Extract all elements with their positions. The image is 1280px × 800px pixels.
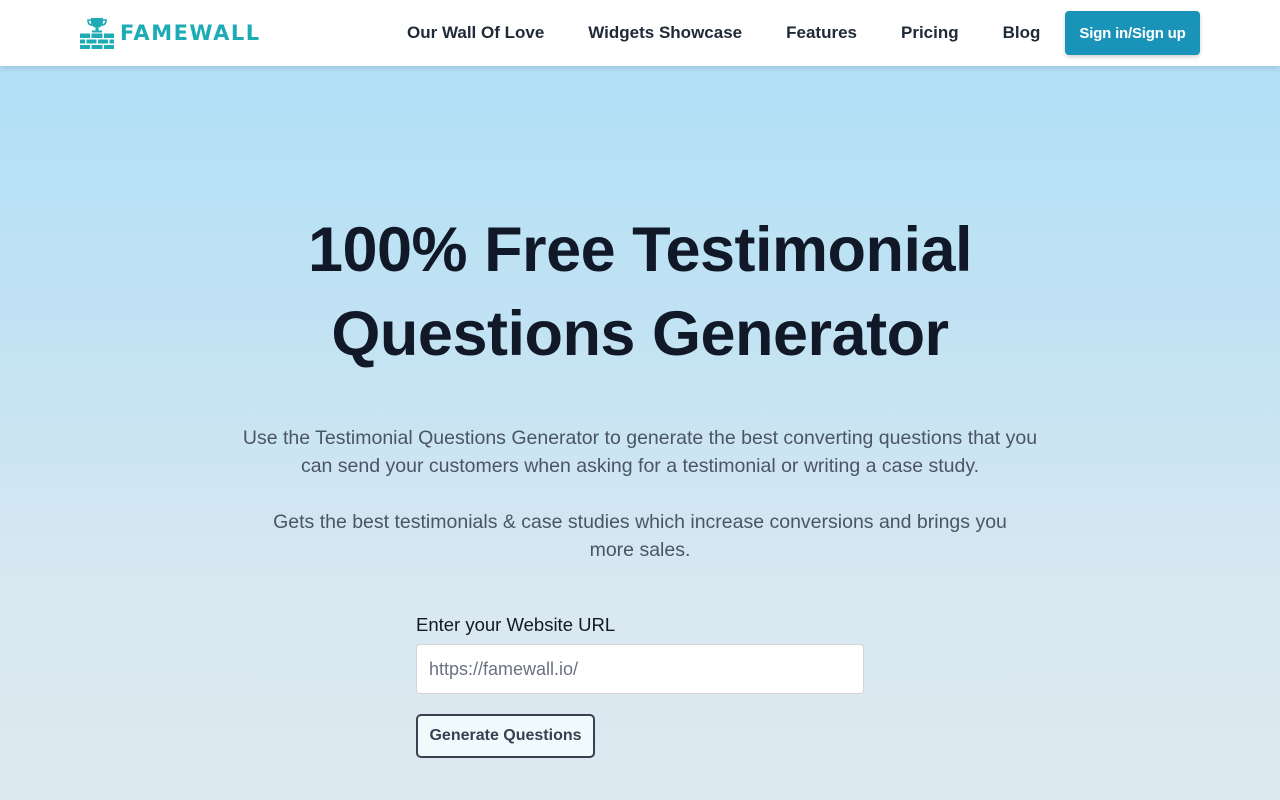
nav-link-pricing[interactable]: Pricing [901, 23, 959, 43]
generate-questions-button[interactable]: Generate Questions [416, 714, 595, 758]
page-title: 100% Free Testimonial Questions Generato… [240, 208, 1040, 376]
hero-subdescription: Gets the best testimonials & case studie… [273, 511, 1007, 561]
brand-logo[interactable]: FAMEWALL [80, 16, 261, 50]
nav-link-wall-of-love[interactable]: Our Wall Of Love [407, 23, 544, 43]
brand-name: FAMEWALL [120, 21, 261, 45]
nav-link-blog[interactable]: Blog [1003, 23, 1041, 43]
trophy-wall-icon [80, 18, 114, 49]
website-url-input[interactable] [416, 644, 864, 694]
hero-description: Use the Testimonial Questions Generator … [242, 427, 1038, 477]
signin-signup-button[interactable]: Sign in/Sign up [1065, 11, 1200, 55]
website-url-label: Enter your Website URL [416, 614, 616, 635]
top-navbar: FAMEWALL Our Wall Of Love Widgets Showca… [0, 0, 1280, 66]
nav-link-features[interactable]: Features [786, 23, 857, 43]
nav-link-widgets-showcase[interactable]: Widgets Showcase [588, 23, 742, 43]
main-nav: Our Wall Of Love Widgets Showcase Featur… [385, 0, 1062, 66]
page-title-line-1: 100% Free Testimonial [307, 215, 973, 285]
page-title-line-2: Questions Generator [331, 299, 949, 369]
